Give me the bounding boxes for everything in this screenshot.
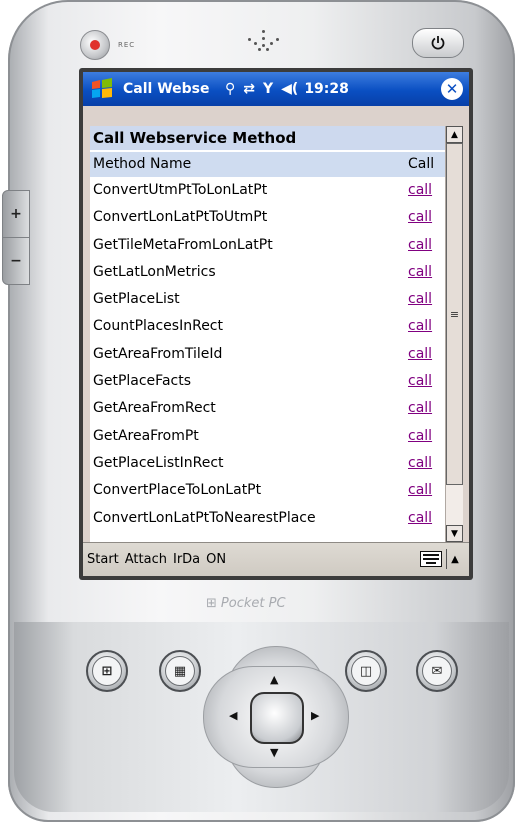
calendar-hardware-button[interactable]: ▦ xyxy=(159,650,201,692)
call-link[interactable]: call xyxy=(408,368,432,395)
dpad-left-arrow-icon[interactable]: ◀ xyxy=(229,709,237,722)
menu-items: Start Attach IrDa ON xyxy=(87,552,226,567)
menu-bar: Start Attach IrDa ON ▲ xyxy=(83,542,469,576)
method-name: ConvertLonLatPtToNearestPlace xyxy=(93,509,316,526)
close-icon[interactable]: ✕ xyxy=(441,78,463,100)
table-rows: ConvertUtmPtToLonLatPt call ConvertLonLat… xyxy=(90,177,445,532)
call-link[interactable]: call xyxy=(408,286,432,313)
windows-flag-icon: ⊞ xyxy=(206,596,217,611)
connectivity-icon[interactable]: ⚲ xyxy=(225,81,235,97)
table-row: ConvertLonLatPtToUtmPt call xyxy=(90,204,445,231)
call-link[interactable]: call xyxy=(408,259,432,286)
method-name: GetAreaFromTileId xyxy=(93,345,223,362)
dpad-right-arrow-icon[interactable]: ▶ xyxy=(311,709,319,722)
volume-up-button[interactable]: + xyxy=(2,190,30,238)
dpad-up-arrow-icon[interactable]: ▲ xyxy=(270,673,278,686)
mail-icon: ✉ xyxy=(431,663,443,679)
record-control: REC xyxy=(80,30,135,60)
menu-item-on[interactable]: ON xyxy=(206,552,226,567)
method-table: Call Webservice Method Method Name Call … xyxy=(90,126,445,542)
method-name: GetAreaFromPt xyxy=(93,427,199,444)
speaker-grille-icon xyxy=(244,28,284,52)
menu-item-attach[interactable]: Attach xyxy=(125,552,167,567)
volume-down-button[interactable]: − xyxy=(2,237,30,285)
record-label: REC xyxy=(118,41,136,49)
call-link[interactable]: call xyxy=(408,450,432,477)
input-panel-arrow-icon[interactable]: ▲ xyxy=(446,549,463,569)
method-name: CountPlacesInRect xyxy=(93,318,223,335)
signal-strength-icon[interactable]: Y xyxy=(263,81,273,97)
power-button[interactable] xyxy=(412,28,464,58)
brand-logo: ⊞ Pocket PC xyxy=(206,596,286,611)
call-link[interactable]: call xyxy=(408,232,432,259)
directional-pad[interactable]: ▲ ▼ ◀ ▶ xyxy=(203,646,349,788)
column-header-call: Call xyxy=(408,156,435,172)
dpad-down-arrow-icon[interactable]: ▼ xyxy=(270,746,278,759)
method-name: GetPlaceListInRect xyxy=(93,454,224,471)
speaker-volume-icon[interactable]: ◀( xyxy=(281,81,298,97)
menu-item-irda[interactable]: IrDa xyxy=(173,552,200,567)
method-name: GetLatLonMetrics xyxy=(93,263,216,280)
scroll-up-button[interactable]: ▲ xyxy=(446,126,463,143)
table-row: GetAreaFromRect call xyxy=(90,395,445,422)
windows-logo-icon: ⊞ xyxy=(101,663,113,679)
record-button[interactable] xyxy=(80,30,110,60)
method-name: GetPlaceList xyxy=(93,291,180,308)
vertical-scrollbar[interactable]: ▲ ≡ ▼ xyxy=(445,126,463,542)
clock-time[interactable]: 19:28 xyxy=(304,81,349,97)
table-row: GetLatLonMetrics call xyxy=(90,259,445,286)
method-name: GetPlaceFacts xyxy=(93,373,191,390)
table-header-row: Method Name Call xyxy=(90,152,445,177)
sync-arrows-icon[interactable]: ⇄ xyxy=(243,81,255,97)
menu-item-start[interactable]: Start xyxy=(87,552,119,567)
power-icon xyxy=(431,36,445,50)
table-row: GetTileMetaFromLonLatPt call xyxy=(90,232,445,259)
call-link[interactable]: call xyxy=(408,177,432,204)
scrollbar-thumb[interactable]: ≡ xyxy=(446,143,463,485)
brand-label: Pocket PC xyxy=(220,596,286,611)
table-title: Call Webservice Method xyxy=(90,126,445,150)
dpad-action-button[interactable] xyxy=(250,692,304,744)
contacts-hardware-button[interactable]: ◫ xyxy=(345,650,387,692)
call-link[interactable]: call xyxy=(408,341,432,368)
method-name: ConvertPlaceToLonLatPt xyxy=(93,482,262,499)
table-row: ConvertUtmPtToLonLatPt call xyxy=(90,177,445,204)
method-name: ConvertUtmPtToLonLatPt xyxy=(93,182,268,198)
call-link[interactable]: call xyxy=(408,313,432,340)
method-name: GetTileMetaFromLonLatPt xyxy=(93,236,273,253)
scroll-down-button[interactable]: ▼ xyxy=(446,525,463,542)
title-bar: Call Webse ⚲ ⇄ Y ◀( 19:28 ✕ xyxy=(83,72,469,106)
call-link[interactable]: call xyxy=(408,423,432,450)
table-row: GetPlaceList call xyxy=(90,286,445,313)
device-screen: Call Webse ⚲ ⇄ Y ◀( 19:28 ✕ Call Webserv… xyxy=(83,72,469,576)
table-row: GetPlaceListInRect call xyxy=(90,450,445,477)
table-row: CountPlacesInRect call xyxy=(90,313,445,340)
keyboard-icon[interactable] xyxy=(420,551,442,567)
table-row: GetAreaFromPt call xyxy=(90,423,445,450)
grip-icon: ≡ xyxy=(449,307,460,321)
start-hardware-button[interactable]: ⊞ xyxy=(86,650,128,692)
column-header-method-name: Method Name xyxy=(93,156,192,172)
window-title: Call Webse xyxy=(123,81,210,97)
windows-start-icon[interactable] xyxy=(87,74,117,104)
call-link[interactable]: call xyxy=(408,505,432,532)
method-name: GetAreaFromRect xyxy=(93,400,216,417)
table-row: ConvertPlaceToLonLatPt call xyxy=(90,477,445,504)
inbox-hardware-button[interactable]: ✉ xyxy=(416,650,458,692)
table-row: GetPlaceFacts call xyxy=(90,368,445,395)
table-row: GetAreaFromTileId call xyxy=(90,341,445,368)
calendar-icon: ▦ xyxy=(173,663,187,679)
call-link[interactable]: call xyxy=(408,204,432,231)
call-link[interactable]: call xyxy=(408,395,432,422)
call-link[interactable]: call xyxy=(408,477,432,504)
content-area: Call Webservice Method Method Name Call … xyxy=(83,106,469,542)
table-row: ConvertLonLatPtToNearestPlace call xyxy=(90,505,445,532)
contacts-icon: ◫ xyxy=(359,663,373,679)
method-name: ConvertLonLatPtToUtmPt xyxy=(93,209,268,226)
